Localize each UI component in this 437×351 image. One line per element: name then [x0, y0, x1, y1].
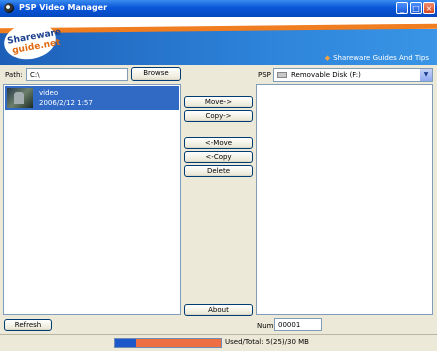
file-date: 2006/2/12 1:57	[39, 99, 93, 107]
window-title: PSP Video Manager	[19, 3, 108, 12]
local-file-list[interactable]: video 2006/2/12 1:57	[3, 84, 181, 315]
delete-button[interactable]: Delete	[184, 165, 253, 177]
banner: Shareware guide.net ◆ Shareware Guides An…	[0, 17, 437, 65]
close-button[interactable]: ×	[423, 2, 435, 14]
psp-file-list[interactable]	[256, 84, 433, 315]
move-right-button[interactable]: Move->	[184, 96, 253, 108]
arrow-icon: ◆	[324, 54, 331, 62]
disc-icon	[4, 3, 14, 13]
copy-right-button[interactable]: Copy->	[184, 110, 253, 122]
path-input[interactable]: C:\	[26, 68, 128, 81]
path-label: Path:	[5, 71, 23, 79]
about-button[interactable]: About	[184, 304, 253, 316]
status-bar	[0, 334, 437, 351]
move-left-button[interactable]: <-Move	[184, 137, 253, 149]
app-window: PSP Video Manager _ □ × Shareware guide.…	[0, 0, 437, 351]
banner-tagline[interactable]: ◆ Shareware Guides And Tips	[325, 54, 429, 62]
maximize-button[interactable]: □	[410, 2, 422, 14]
browse-button[interactable]: Browse	[131, 67, 181, 81]
drive-value: Removable Disk (F:)	[291, 71, 361, 79]
refresh-button[interactable]: Refresh	[4, 319, 52, 331]
copy-left-button[interactable]: <-Copy	[184, 151, 253, 163]
file-name: video	[39, 89, 59, 97]
storage-progress-bar	[114, 338, 222, 348]
tagline-text: Shareware Guides And Tips	[333, 54, 429, 62]
storage-text: Used/Total: 5(25)/30 MB	[225, 338, 309, 346]
chevron-down-icon[interactable]: ▼	[420, 69, 432, 81]
minimize-button[interactable]: _	[396, 2, 408, 14]
num-label: Num	[257, 322, 274, 330]
list-item[interactable]: video 2006/2/12 1:57	[5, 86, 179, 110]
removable-disk-icon	[277, 72, 287, 78]
title-bar[interactable]: PSP Video Manager _ □ ×	[0, 0, 437, 17]
storage-progress-fill	[115, 339, 221, 347]
num-input[interactable]: 00001	[274, 318, 322, 331]
video-thumbnail	[7, 88, 33, 108]
psp-label: PSP	[258, 71, 271, 79]
drive-select[interactable]: Removable Disk (F:) ▼	[273, 68, 433, 82]
